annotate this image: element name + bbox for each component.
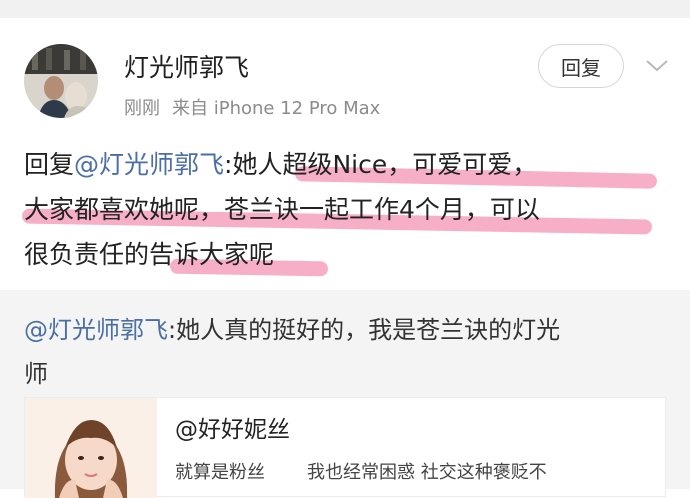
card-thumbnail [25,398,157,498]
comment-line-1: 回复@灯光师郭飞:她人超级Nice，可爱可爱， [24,142,664,187]
comment-content: 回复@灯光师郭飞:她人超级Nice，可爱可爱， 大家都喜欢她呢，苍兰诀一起工作4… [24,142,664,277]
comment-line-2: 大家都喜欢她呢，苍兰诀一起工作4个月，可以 [24,187,664,232]
quoted-mention[interactable]: @灯光师郭飞 [24,316,168,344]
top-strip [0,0,690,18]
card-desc-part-2: 我也经常困惑 社交这种褒贬不 [307,462,547,483]
quoted-text: @灯光师郭飞:她人真的挺好的，我是苍兰诀的灯光 师 [24,308,664,396]
card-title[interactable]: @好好妮丝 [175,410,290,444]
comment-meta: 刚刚 来自 iPhone 12 Pro Max [124,94,380,120]
comment-text-3: 很负责任的告诉大家呢 [24,240,275,269]
card-desc-part-1: 就算是粉丝 [175,462,265,483]
comment-text-2: 大家都喜欢她呢，苍兰诀一起工作4个月，可以 [24,195,540,224]
card-description: 就算是粉丝 我也经常困惑 社交这种褒贬不 [175,458,547,484]
quoted-line-2: 师 [24,360,48,388]
comment-source: 来自 iPhone 12 Pro Max [172,98,381,119]
reply-prefix: 回复 [24,150,75,179]
quoted-line-1: :她人真的挺好的，我是苍兰诀的灯光 [168,316,561,344]
card-thumbnail-image [25,398,157,498]
chevron-down-icon[interactable] [644,56,670,74]
comment-line-3: 很负责任的告诉大家呢 [24,232,664,277]
comment-mention[interactable]: @灯光师郭飞 [74,150,224,179]
embedded-card[interactable]: @好好妮丝 就算是粉丝 我也经常困惑 社交这种褒贬不 [24,397,666,498]
avatar-image [24,44,98,118]
avatar[interactable] [24,44,98,118]
comment-text-1: :她人超级Nice，可爱可爱， [224,150,538,179]
comment-username[interactable]: 灯光师郭飞 [124,48,249,84]
comment-time: 刚刚 [124,98,160,119]
reply-button[interactable]: 回复 [538,44,624,88]
